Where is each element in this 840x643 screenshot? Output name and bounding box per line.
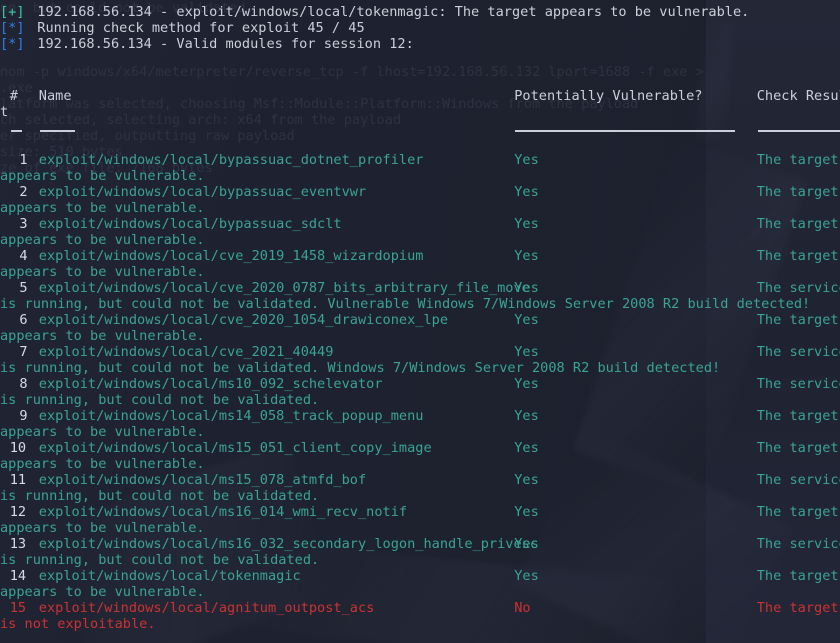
- header-check-result-wrap: t: [0, 104, 9, 120]
- row-index: 3: [19, 216, 28, 232]
- row-vulnerable: Yes: [514, 280, 539, 296]
- column-rule: [39, 130, 75, 132]
- row-result-head: The target: [756, 408, 839, 424]
- row-result-head: The target: [756, 504, 839, 520]
- row-vulnerable: Yes: [514, 184, 539, 200]
- row-index: 11: [9, 472, 27, 488]
- status-text: 192.168.56.134 - Valid modules for sessi…: [29, 36, 414, 52]
- row-result-tail: appears to be vulnerable.: [0, 200, 205, 216]
- header-index: #: [9, 88, 18, 104]
- column-rule: [10, 130, 22, 132]
- status-text: Running check method for exploit 45 / 45: [29, 20, 365, 36]
- row-index: 14: [9, 568, 27, 584]
- row-result-tail: appears to be vulnerable.: [0, 264, 205, 280]
- row-vulnerable: Yes: [514, 472, 539, 488]
- row-index: 12: [9, 504, 27, 520]
- row-result-tail: appears to be vulnerable.: [0, 424, 205, 440]
- row-name: exploit/windows/local/bypassuac_eventvwr: [38, 184, 367, 200]
- row-result-tail: appears to be vulnerable.: [0, 584, 205, 600]
- row-name: exploit/windows/local/bypassuac_sdclt: [38, 216, 342, 232]
- row-name: exploit/windows/local/ms16_014_wmi_recv_…: [38, 504, 408, 520]
- row-name: exploit/windows/local/ms15_078_atmfd_bof: [38, 472, 367, 488]
- row-name: exploit/windows/local/ms16_032_secondary…: [38, 536, 539, 552]
- status-prefix: [+]: [0, 4, 25, 20]
- terminal-output: [+] 192.168.56.134 - exploit/windows/loc…: [0, 0, 840, 643]
- row-index: 10: [9, 440, 27, 456]
- row-name: exploit/windows/local/cve_2021_40449: [38, 344, 334, 360]
- row-result-head: The target: [756, 600, 839, 616]
- row-vulnerable: Yes: [514, 152, 539, 168]
- row-name: exploit/windows/local/cve_2020_0787_bits…: [38, 280, 530, 296]
- row-result-head: The target: [756, 248, 839, 264]
- row-name: exploit/windows/local/tokenmagic: [38, 568, 301, 584]
- row-index: 4: [19, 248, 28, 264]
- row-vulnerable: No: [514, 600, 531, 616]
- row-index: 13: [9, 536, 27, 552]
- row-vulnerable: Yes: [514, 344, 539, 360]
- row-name: exploit/windows/local/bypassuac_dotnet_p…: [38, 152, 424, 168]
- row-result-head: The service: [756, 344, 840, 360]
- row-vulnerable: Yes: [514, 536, 539, 552]
- row-result-head: The service: [756, 376, 840, 392]
- row-result-tail: is running, but could not be validated. …: [0, 360, 721, 376]
- row-result-tail: appears to be vulnerable.: [0, 328, 205, 344]
- row-index: 6: [19, 312, 28, 328]
- row-result-head: The target: [756, 184, 839, 200]
- row-index: 2: [19, 184, 28, 200]
- row-vulnerable: Yes: [514, 376, 539, 392]
- row-result-tail: appears to be vulnerable.: [0, 232, 205, 248]
- row-result-head: The service: [756, 280, 840, 296]
- row-name: exploit/windows/local/ms15_051_client_co…: [38, 440, 432, 456]
- row-index: 9: [19, 408, 28, 424]
- row-vulnerable: Yes: [514, 248, 539, 264]
- row-index: 1: [19, 152, 28, 168]
- status-prefix: [*]: [0, 20, 25, 36]
- header-check-result: Check Resul: [756, 88, 840, 104]
- row-result-head: The target: [756, 216, 839, 232]
- row-result-head: The target: [756, 568, 839, 584]
- status-text: 192.168.56.134 - exploit/windows/local/t…: [29, 4, 750, 20]
- row-result-head: The target: [756, 152, 839, 168]
- row-result-tail: is running, but could not be validated. …: [0, 296, 811, 312]
- row-name: exploit/windows/local/cve_2019_1458_wiza…: [38, 248, 424, 264]
- row-index: 8: [19, 376, 28, 392]
- row-result-tail: is running, but could not be validated.: [0, 552, 320, 568]
- row-vulnerable: Yes: [514, 408, 539, 424]
- row-result-tail: appears to be vulnerable.: [0, 456, 205, 472]
- header-name: Name: [38, 88, 72, 104]
- row-index: 7: [19, 344, 28, 360]
- row-index: 15: [9, 600, 27, 616]
- row-result-tail: is not exploitable.: [0, 616, 156, 632]
- row-result-tail: is running, but could not be validated.: [0, 392, 320, 408]
- column-rule: [515, 130, 736, 132]
- row-result-head: The service: [756, 472, 840, 488]
- row-name: exploit/windows/local/cve_2020_1054_draw…: [38, 312, 449, 328]
- row-result-tail: appears to be vulnerable.: [0, 168, 205, 184]
- row-result-head: The target: [756, 312, 839, 328]
- terminal-window[interactable]: ng, but could not be validated. nom -p wi…: [0, 0, 840, 643]
- row-result-tail: appears to be vulnerable.: [0, 520, 205, 536]
- row-vulnerable: Yes: [514, 504, 539, 520]
- header-vulnerable: Potentially Vulnerable?: [514, 88, 703, 104]
- row-vulnerable: Yes: [514, 312, 539, 328]
- row-result-head: The target: [756, 440, 839, 456]
- column-rule: [757, 130, 840, 132]
- row-result-head: The service: [756, 536, 840, 552]
- row-name: exploit/windows/local/ms10_092_schelevat…: [38, 376, 383, 392]
- status-prefix: [*]: [0, 36, 25, 52]
- row-name: exploit/windows/local/agnitum_outpost_ac…: [38, 600, 375, 616]
- row-vulnerable: Yes: [514, 568, 539, 584]
- row-vulnerable: Yes: [514, 440, 539, 456]
- row-index: 5: [19, 280, 28, 296]
- row-result-tail: is running, but could not be validated.: [0, 488, 320, 504]
- row-name: exploit/windows/local/ms14_058_track_pop…: [38, 408, 424, 424]
- row-vulnerable: Yes: [514, 216, 539, 232]
